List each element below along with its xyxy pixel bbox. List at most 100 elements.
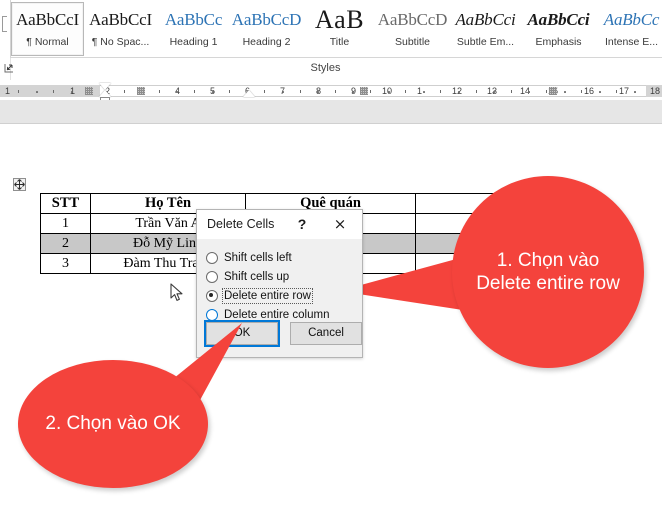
radio-option-delete-entire-column[interactable]: Delete entire column [206,306,329,323]
style-label: Intense E... [604,36,659,48]
radio-option-label: Shift cells left [224,251,292,264]
radio-option-label: Shift cells up [224,270,290,283]
horizontal-ruler[interactable]: 112345678910112131415161718 [0,82,662,105]
style-preview: AaBbCcI [16,10,79,29]
tab-stop-marker[interactable] [137,87,145,95]
table-cell[interactable]: 2 [40,233,91,254]
style-label: Heading 2 [242,36,291,48]
ruler-tick [370,90,371,93]
style-label: Heading 1 [169,36,218,48]
ruler-tick [652,90,653,93]
styles-gallery[interactable]: AaBbCcI ¶ Normal AaBbCcI ¶ No Spac... AaBbCc… [11,2,662,56]
radio-button-icon[interactable] [206,270,218,283]
callout-2-text: 2. Chọn vào OK [45,413,181,435]
ruler-tick [229,90,230,93]
document-top-margin-band [0,100,662,124]
radio-button-icon[interactable] [206,289,218,302]
ruler-tick [176,91,178,93]
ruler-tick [264,90,265,93]
dialog-title: Delete Cells [207,217,275,231]
ruler-tick [282,91,284,93]
style-item-title[interactable]: AaB Title [303,2,376,56]
table-cell[interactable]: 3 [40,253,91,274]
dialog-launcher-icon[interactable] [3,62,15,74]
ruler-tick [564,91,566,93]
delete-cells-dialog[interactable]: Delete Cells ? × Shift cells left Shift c… [196,209,363,358]
callout-bubble-1: 1. Chọn vào Delete entire row [339,166,654,381]
ribbon-styles-gallery: AaBbCcI ¶ Normal AaBbCcI ¶ No Spac... AaBbCc… [0,0,662,58]
ruler-mark: 16 [584,86,595,96]
callout-1-body: 1. Chọn vào Delete entire row [452,176,644,368]
ruler-tick [71,91,73,93]
style-preview: AaBbCc [164,10,223,29]
style-preview: AaBbCc [603,10,660,29]
ruler-tick [53,90,54,93]
radio-option-shift-cells-up[interactable]: Shift cells up [206,268,289,285]
ruler-tick [194,90,195,93]
ruler-tick [528,91,530,93]
radio-option-shift-cells-left[interactable]: Shift cells left [206,249,292,266]
radio-option-label: Delete entire column [224,308,330,321]
tab-stop-marker[interactable] [360,87,368,95]
style-item-heading-2[interactable]: AaBbCcD Heading 2 [230,2,303,56]
help-icon[interactable]: ? [294,215,310,233]
ruler-tick [546,90,547,93]
style-item-intense-e[interactable]: AaBbCc Intense E... [595,2,662,56]
radio-option-delete-entire-row[interactable]: Delete entire row [206,287,313,304]
style-item-heading-1[interactable]: AaBbCc Heading 1 [157,2,230,56]
right-indent-marker[interactable] [243,90,255,97]
style-preview: AaBbCci [527,10,590,29]
style-label: Emphasis [535,36,582,48]
style-item-normal[interactable]: AaBbCcI ¶ Normal [11,2,84,56]
mouse-pointer-icon [170,283,184,303]
style-preview: AaBbCci [455,10,516,29]
first-line-indent-marker[interactable] [99,83,111,90]
style-preview: AaB [314,10,365,30]
style-item-subtle-em[interactable]: AaBbCci Subtle Em... [449,2,522,56]
ruler-tick [300,90,301,93]
style-item-no-spac[interactable]: AaBbCcI ¶ No Spac... [84,2,157,56]
ruler-tick [599,91,601,93]
style-preview: AaBbCcI [89,10,152,29]
table-cell[interactable]: 1 [40,213,91,234]
cancel-button[interactable]: Cancel [290,322,362,345]
table-header-cell[interactable]: STT [40,193,91,214]
ruler-tick [634,91,636,93]
style-preview: AaBbCcD [377,10,448,29]
ruler-tick [458,91,460,93]
style-label: ¶ No Spac... [91,36,150,48]
ruler-tick [440,90,441,93]
ruler-tick [18,90,19,93]
style-item-subtitle[interactable]: AaBbCcD Subtitle [376,2,449,56]
tab-stop-marker[interactable] [549,87,557,95]
ruler-tick [616,90,617,93]
style-label: Title [329,36,350,48]
close-icon[interactable]: × [327,214,353,234]
hanging-indent-marker[interactable] [99,90,111,97]
callout-1-text: 1. Chọn vào Delete entire row [476,249,620,294]
ruler-mark: 1 [417,86,423,96]
callout-bubble-2: 2. Chọn vào OK [18,323,278,528]
ruler-mark: 10 [382,86,393,96]
radio-button-icon[interactable] [206,251,218,264]
ruler-tick [159,90,160,93]
radio-option-label: Delete entire row [222,287,313,304]
move-cross-icon[interactable] [13,178,26,191]
ruler-mark: 13 [487,86,498,96]
style-label: Subtitle [394,36,431,48]
ruler-tick [493,91,495,93]
ruler-tick [581,90,582,93]
radio-button-icon[interactable] [206,308,218,321]
ruler-tick [317,91,319,93]
ruler-tick [511,90,512,93]
tab-stop-marker[interactable] [85,87,93,95]
style-item-emphasis[interactable]: AaBbCci Emphasis [522,2,595,56]
callout-2-body: 2. Chọn vào OK [18,360,208,488]
ruler-tick [36,91,38,93]
ruler-tick [335,90,336,93]
ruler-tick [476,90,477,93]
ruler-tick [405,90,406,93]
style-label: Subtle Em... [456,36,515,48]
ruler-tick [388,91,390,93]
ruler-tick [423,91,425,93]
